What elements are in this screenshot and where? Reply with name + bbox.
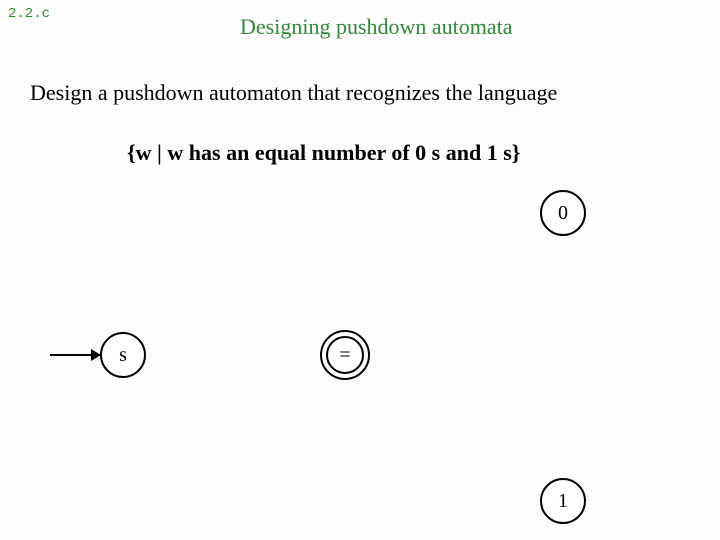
language-specification: {w | w has an equal number of 0 s and 1 … — [127, 140, 520, 166]
state-s: s — [100, 332, 146, 378]
start-arrow — [50, 354, 100, 356]
problem-description: Design a pushdown automaton that recogni… — [30, 80, 557, 106]
state-equal: = — [320, 330, 370, 380]
state-zero-label: 0 — [558, 202, 568, 225]
state-s-label: s — [119, 344, 127, 367]
state-zero: 0 — [540, 190, 586, 236]
page-title: Designing pushdown automata — [240, 14, 513, 40]
problem-number: 2.2.c — [8, 6, 50, 22]
state-equal-label: = — [339, 344, 350, 367]
state-one-label: 1 — [558, 490, 568, 513]
state-one: 1 — [540, 478, 586, 524]
